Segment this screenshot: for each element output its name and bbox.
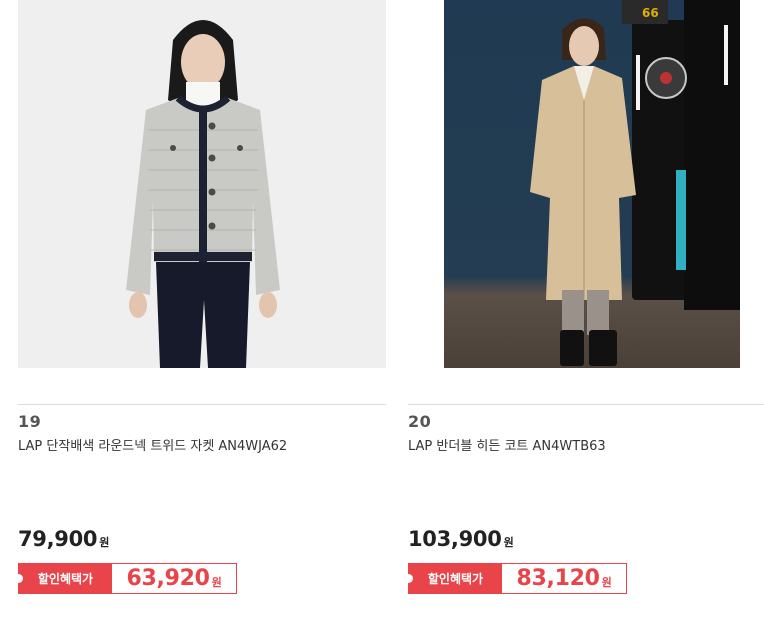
sale-price-box: 할인혜택가 83,120 원 xyxy=(404,563,627,594)
product-rank: 19 xyxy=(18,412,42,431)
currency-label: 원 xyxy=(211,575,222,589)
product-rank: 20 xyxy=(408,412,432,431)
product-price: 79,900 원 xyxy=(18,527,109,551)
product-image[interactable] xyxy=(18,0,386,368)
badge-notch xyxy=(404,574,413,583)
sale-price-box: 할인혜택가 63,920 원 xyxy=(14,563,237,594)
price-value: 103,900 xyxy=(408,527,502,551)
sale-badge: 할인혜택가 xyxy=(14,564,112,593)
sale-label: 할인혜택가 xyxy=(37,572,94,586)
product-image[interactable]: 66 xyxy=(444,0,740,368)
divider xyxy=(408,404,764,405)
sale-price-value: 83,120 xyxy=(516,566,600,591)
badge-notch xyxy=(14,574,23,583)
product-price: 103,900 원 xyxy=(408,527,514,551)
price-value: 79,900 xyxy=(18,527,98,551)
sale-badge: 할인혜택가 xyxy=(404,564,502,593)
currency-label: 원 xyxy=(503,536,514,549)
divider xyxy=(18,404,386,405)
arcade-score: 66 xyxy=(642,6,659,20)
product-card[interactable]: 66 20 LAP 반더블 히든 코트 AN4WTB63 103,900 원 할… xyxy=(404,0,764,617)
currency-label: 원 xyxy=(601,575,612,589)
product-grid: 19 LAP 단작배색 라운드넥 트위드 자켓 AN4WJA62 79,900 원… xyxy=(0,0,764,617)
product-card[interactable]: 19 LAP 단작배색 라운드넥 트위드 자켓 AN4WJA62 79,900 원… xyxy=(14,0,386,617)
product-title[interactable]: LAP 반더블 히든 코트 AN4WTB63 xyxy=(408,435,758,454)
product-title[interactable]: LAP 단작배색 라운드넥 트위드 자켓 AN4WJA62 xyxy=(18,435,368,454)
sale-price: 83,120 원 xyxy=(502,564,626,593)
sale-price-value: 63,920 xyxy=(126,566,210,591)
sale-price: 63,920 원 xyxy=(112,564,236,593)
sale-label: 할인혜택가 xyxy=(427,572,484,586)
currency-label: 원 xyxy=(99,536,110,549)
